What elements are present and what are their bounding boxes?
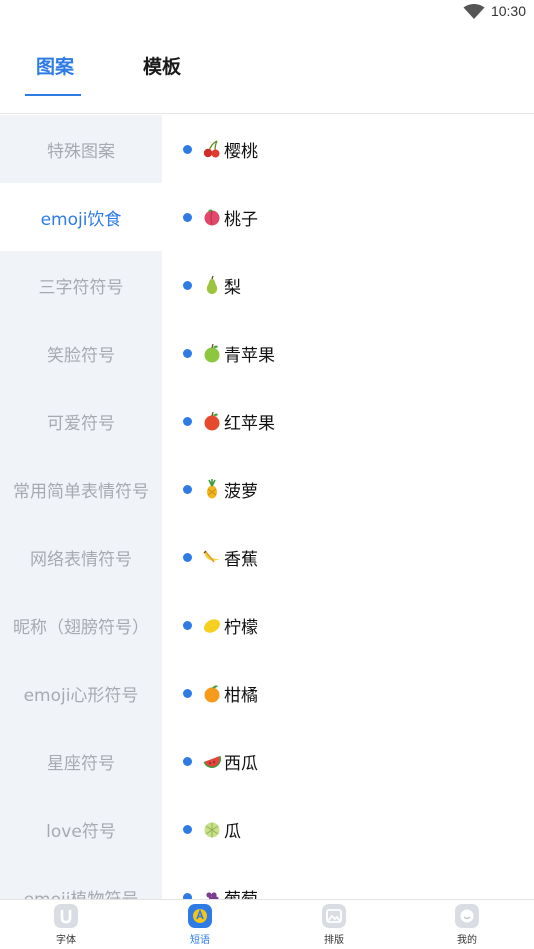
list-item[interactable]: 青苹果	[162, 319, 534, 387]
item-label: 樱桃	[224, 141, 258, 162]
phrase-icon	[188, 904, 212, 928]
image-icon	[322, 904, 346, 928]
item-label: 香蕉	[224, 549, 258, 570]
tab-patterns[interactable]: 图案	[36, 52, 74, 79]
bullet-dot	[183, 416, 192, 426]
sidebar-item-cute-symbols[interactable]: 可爱符号	[0, 387, 162, 455]
red-apple-icon	[204, 411, 220, 431]
cherry-icon	[203, 140, 220, 158]
bullet-dot	[183, 552, 192, 562]
wifi-icon	[463, 4, 485, 19]
item-label: 柑橘	[224, 685, 258, 706]
sidebar-item-nickname-wings[interactable]: 昵称（翅膀符号）	[0, 591, 162, 659]
bullet-dot	[183, 756, 192, 766]
pineapple-icon	[207, 479, 217, 499]
nav-label: 我的	[457, 935, 477, 946]
list-item[interactable]: 菠萝	[162, 455, 534, 523]
pear-icon	[206, 275, 218, 294]
list-item[interactable]: 瓜	[162, 795, 534, 863]
status-bar: 10:30	[0, 0, 534, 24]
font-icon	[54, 904, 78, 928]
bullet-dot	[183, 484, 192, 494]
nav-item-phrases[interactable]: 短语	[170, 904, 230, 946]
tab-active-indicator	[25, 94, 81, 96]
bullet-dot	[183, 688, 192, 698]
list-item[interactable]: 桃子	[162, 183, 534, 251]
list-item[interactable]: 柑橘	[162, 659, 534, 727]
top-tabs: 图案 模板	[0, 38, 534, 114]
item-label: 瓜	[224, 821, 241, 842]
sidebar-item-internet-emoticons[interactable]: 网络表情符号	[0, 523, 162, 591]
item-label: 菠萝	[224, 481, 258, 502]
grapes-icon	[206, 892, 219, 899]
banana-icon	[203, 550, 220, 563]
list-item[interactable]: 西瓜	[162, 727, 534, 795]
nav-item-layout[interactable]: 排版	[304, 904, 364, 946]
category-sidebar[interactable]: 特殊图案 emoji饮食 三字符符号 笑脸符号 可爱符号 常用简单表情符号 网络…	[0, 115, 162, 899]
peach-icon	[204, 209, 220, 226]
bullet-dot	[183, 348, 192, 358]
list-item[interactable]: 葡萄	[162, 863, 534, 899]
list-item[interactable]: 柠檬	[162, 591, 534, 659]
item-label: 葡萄	[224, 885, 258, 900]
nav-label: 字体	[56, 935, 76, 946]
list-item[interactable]: 梨	[162, 251, 534, 319]
sidebar-item-zodiac-symbols[interactable]: 星座符号	[0, 727, 162, 795]
emoji-list[interactable]: 樱桃 桃子 梨 青苹果 红苹果 菠萝 香蕉 柠檬 柑橘 西瓜 瓜	[162, 115, 534, 899]
green-apple-icon	[204, 343, 220, 363]
item-label: 桃子	[224, 209, 258, 230]
nav-item-fonts[interactable]: 字体	[36, 904, 96, 946]
list-item[interactable]: 樱桃	[162, 115, 534, 183]
nav-item-profile[interactable]: 我的	[437, 904, 497, 946]
item-label: 梨	[224, 277, 241, 298]
list-item[interactable]: 香蕉	[162, 523, 534, 591]
bullet-dot	[183, 620, 192, 630]
sidebar-item-three-char-symbols[interactable]: 三字符符号	[0, 251, 162, 319]
watermelon-icon	[203, 755, 221, 768]
melon-icon	[204, 822, 220, 838]
tangerine-icon	[204, 685, 220, 703]
sidebar-item-common-emoticons[interactable]: 常用简单表情符号	[0, 455, 162, 523]
sidebar-item-smiley-symbols[interactable]: 笑脸符号	[0, 319, 162, 387]
sidebar-item-emoji-food[interactable]: emoji饮食	[0, 183, 162, 251]
lemon-icon	[204, 619, 220, 633]
bottom-nav: 字体 短语 排版 我的	[0, 899, 534, 949]
bullet-dot	[183, 144, 192, 154]
item-label: 柠檬	[224, 617, 258, 638]
item-label: 红苹果	[224, 413, 275, 434]
bullet-dot	[183, 824, 192, 834]
sidebar-item-emoji-plants[interactable]: emoji植物符号	[0, 863, 162, 900]
sidebar-item-special-patterns[interactable]: 特殊图案	[0, 115, 162, 183]
bullet-dot	[183, 280, 192, 290]
nav-label: 排版	[324, 935, 344, 946]
sidebar-item-love-symbols[interactable]: love符号	[0, 795, 162, 863]
tab-templates[interactable]: 模板	[143, 52, 181, 79]
list-item[interactable]: 红苹果	[162, 387, 534, 455]
sidebar-item-emoji-hearts[interactable]: emoji心形符号	[0, 659, 162, 727]
item-label: 青苹果	[224, 345, 275, 366]
profile-icon	[455, 904, 479, 928]
item-label: 西瓜	[224, 753, 258, 774]
status-time: 10:30	[490, 3, 526, 19]
bullet-dot	[183, 212, 192, 222]
nav-label: 短语	[190, 935, 210, 946]
